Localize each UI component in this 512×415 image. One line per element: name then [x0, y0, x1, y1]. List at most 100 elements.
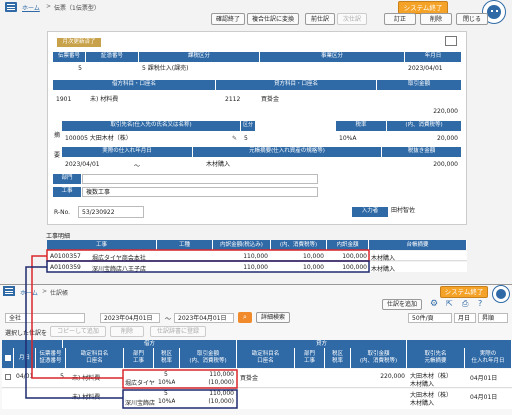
row-debit-name: 未) 材料費 — [72, 375, 101, 382]
add-journal-button[interactable]: 仕訳を追加 — [382, 299, 422, 310]
proj-col-amount: 内訳金額(税込み) — [213, 240, 271, 250]
delete-button[interactable]: 削除 — [110, 326, 144, 337]
register-template-button[interactable]: 仕訳辞書に登録 — [150, 326, 206, 337]
delete-button[interactable]: 削除 — [420, 13, 452, 25]
tax-amount-field[interactable]: 20,000 — [387, 133, 461, 145]
actual-date-tilde: 〜 — [134, 163, 141, 170]
proj-memo: 木材購入 — [371, 255, 396, 262]
copy-add-button[interactable]: コピーして追加 — [50, 326, 106, 337]
detail-search-button[interactable]: 詳細検索 — [256, 312, 290, 323]
proj-amount: 110,000 — [243, 264, 268, 271]
proj-name: 堀広タイヤ商会本社 — [92, 255, 146, 262]
project-field[interactable]: 複数工事 — [82, 187, 318, 197]
row-date: 04/01 — [16, 373, 34, 380]
input-user-label: 入力者 — [352, 207, 388, 217]
row-checkbox[interactable] — [5, 374, 11, 380]
row-actual: 04月01日 — [470, 394, 498, 401]
row-project: 深川宝飾店 — [125, 400, 155, 407]
confirm-button[interactable]: 確認終了 — [211, 13, 245, 25]
col-credit-dept: 部門 工事 — [295, 348, 325, 368]
col-debit-amount: 取引金額 (内、消費税等) — [180, 348, 237, 368]
memo-header: 元帳摘要(仕入れ資産の規格等) — [193, 147, 381, 157]
project-label: 工事 — [53, 187, 81, 197]
prev-journal-button[interactable]: 前仕訳 — [305, 13, 335, 25]
credit-header: 貸方科目・口座名 — [216, 80, 376, 90]
avatar[interactable] — [492, 285, 510, 303]
order-select[interactable]: 昇順 — [478, 313, 508, 323]
col-debit-dept: 部門 工事 — [124, 348, 154, 368]
print-icon[interactable]: ⎙ — [462, 299, 468, 309]
blank-group — [2, 340, 63, 348]
menu-icon[interactable] — [5, 2, 17, 12]
blank-group-right — [407, 340, 512, 348]
row-credit-amount: 220,000 — [380, 373, 405, 380]
tax-amount-header: (内、消費税等) — [387, 121, 461, 131]
col-date: 年月日 — [405, 52, 461, 62]
tax-category-field[interactable]: 5 課税仕入(課売) — [139, 63, 259, 75]
pencil-icon[interactable]: ✎ — [232, 135, 239, 142]
proj-name: 深川宝飾店八王子店 — [92, 266, 147, 273]
search-icon[interactable]: ⌕ — [238, 312, 252, 323]
debit-name-field[interactable]: 未) 材料費 — [87, 94, 215, 106]
col-debit-tax: 税区 税率 — [154, 348, 180, 368]
gear-icon[interactable]: ⚙ — [430, 299, 438, 309]
amount-field[interactable]: 220,000 — [377, 106, 461, 118]
row-debit-name: 未) 材料費 — [72, 394, 101, 401]
row-memo: 木材購入 — [410, 400, 435, 407]
monthly-badge: 月次更新済了 — [57, 38, 101, 47]
date-to-field[interactable]: 2023年04月01日 — [174, 313, 234, 323]
rno-label: R-No. — [54, 209, 71, 216]
col-tax-category: 課税区分 — [139, 52, 259, 62]
next-journal-button[interactable]: 次仕訳 — [337, 13, 367, 25]
tax-rate-header: 税率 — [336, 121, 386, 131]
date-tilde: 〜 — [165, 316, 172, 323]
system-exit-button[interactable]: システム終了 — [440, 286, 488, 298]
help-icon[interactable]: ? — [478, 299, 482, 308]
voucher-no-field[interactable]: 5 — [53, 63, 85, 75]
select-all-checkbox[interactable] — [2, 348, 14, 368]
proj-tax: 10,000 — [303, 253, 324, 260]
input-user-field: 田村智佐 — [391, 207, 416, 214]
tax-rate-field[interactable]: 10%A — [336, 133, 386, 145]
credit-code-field[interactable]: 2112 — [222, 94, 258, 106]
convert-multi-button[interactable]: 複合仕訳に変換 — [247, 13, 299, 25]
partner-header: 取引先名(仕入先の氏名又は名称) — [62, 121, 240, 131]
proj-memo: 木材購入 — [371, 266, 396, 273]
breadcrumb-home[interactable]: ホーム — [20, 288, 38, 297]
debit-code-field[interactable]: 1901 — [53, 94, 87, 106]
dept-label: 部門 — [53, 174, 81, 184]
close-button[interactable]: 閉じる — [456, 13, 488, 25]
date-from-field[interactable]: 2023年04月01日 — [100, 313, 160, 323]
selected-label: 選択した仕訳を — [5, 330, 48, 337]
per-page-select[interactable]: 50件/頁 — [408, 313, 452, 323]
row-rate: 10%A — [158, 398, 176, 405]
note-icon[interactable] — [445, 36, 457, 46]
date-field[interactable]: 2023/04/01 — [405, 63, 461, 75]
kbn-field[interactable]: 5 — [241, 133, 255, 145]
row-actual: 04月01日 — [470, 375, 498, 382]
proj-code: A0100357 — [50, 253, 81, 260]
row-kbn: 5 — [164, 371, 168, 378]
menu-icon[interactable] — [3, 286, 15, 296]
page-title: 仕訳帳 — [50, 290, 69, 297]
breadcrumb-sep: > — [46, 3, 52, 10]
partner-field[interactable]: 100005 大田木材（株） — [62, 133, 230, 145]
breadcrumb-home[interactable]: ホーム — [22, 3, 40, 12]
col-credit-amount: 取引金額 (内、消費税等) — [351, 348, 407, 368]
proj-code: A0100359 — [50, 264, 81, 271]
company-select[interactable]: 全社 — [5, 313, 85, 323]
credit-name-field[interactable]: 買掛金 — [258, 94, 376, 106]
memo-side-label-bottom: 要 — [54, 152, 61, 159]
actual-date-field[interactable]: 2023/04/01 — [62, 159, 122, 171]
row-rate: 10%A — [158, 379, 176, 386]
actual-date-header: 実際の仕入れ年月日 — [62, 147, 192, 157]
row-memo: 木材購入 — [410, 381, 435, 388]
export-icon[interactable]: ⇱ — [446, 299, 453, 308]
dept-field[interactable] — [82, 174, 318, 184]
breadcrumb-sep: > — [42, 288, 48, 295]
correct-button[interactable]: 訂正 — [384, 13, 416, 25]
memo-field[interactable]: 木材購入 — [203, 159, 323, 171]
unit-select[interactable]: 月日 — [454, 313, 476, 323]
rno-field[interactable]: 53/230922 — [78, 206, 144, 218]
tax-excl-field[interactable]: 200,000 — [382, 159, 461, 171]
